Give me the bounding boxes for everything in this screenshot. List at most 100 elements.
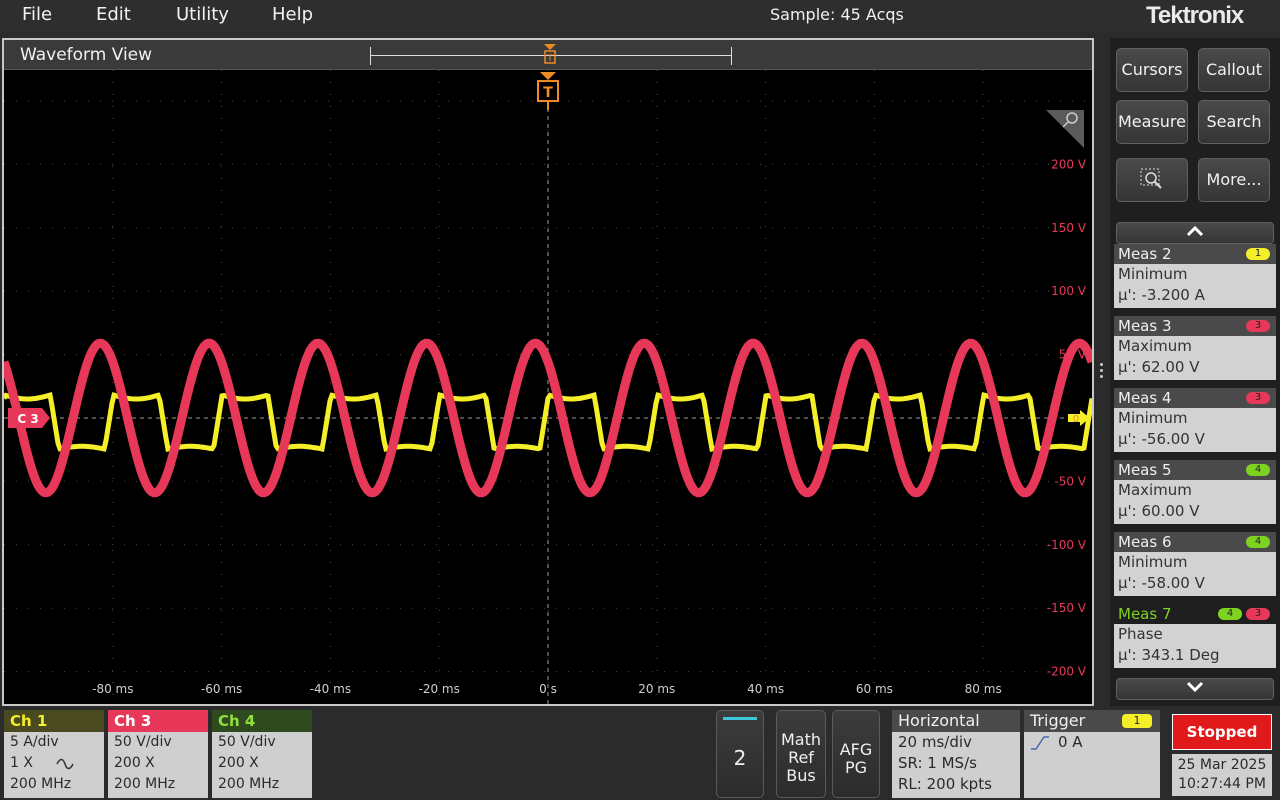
ch3-position-marker[interactable]: C 3 (8, 408, 50, 428)
waveform-view: Waveform View T T C 3 0 200 V 150 V 100 … (2, 38, 1094, 706)
ch1-label: Ch 1 (4, 710, 104, 732)
time: 10:27:44 PM (1178, 776, 1266, 792)
ch4-probe: 200 X (218, 755, 259, 771)
horizontal-badge[interactable]: Horizontal 20 ms/div SR: 1 MS/s RL: 200 … (892, 710, 1020, 798)
source-badge: 4 (1246, 464, 1270, 476)
measurement-5[interactable]: Meas 5 4 Maximum μ': 60.00 V (1114, 460, 1276, 524)
x-tick-label: 60 ms (856, 682, 893, 696)
y-tick-label: -50 V (1054, 474, 1086, 488)
trigger-position-icon[interactable]: T (540, 42, 560, 68)
measurement-title: Meas 6 (1118, 533, 1172, 551)
rising-edge-icon (1031, 736, 1049, 750)
measurement-type: Phase (1118, 625, 1163, 643)
add-channel-label: 2 (733, 746, 747, 770)
trigger-marker[interactable]: T (537, 72, 559, 110)
side-panel: Cursors Callout Measure Search More... M… (1110, 38, 1280, 706)
trigger-source-badge: 1 (1122, 714, 1152, 728)
scroll-up-button[interactable] (1116, 222, 1274, 244)
date-time: 25 Mar 2025 10:27:44 PM (1172, 754, 1272, 796)
menu-edit[interactable]: Edit (96, 4, 131, 25)
bus-label: Bus (786, 766, 816, 785)
callout-button[interactable]: Callout (1198, 48, 1270, 92)
zoom-icon[interactable] (1046, 110, 1084, 148)
horizontal-title: Horizontal (892, 710, 1020, 732)
sample-rate: SR: 1 MS/s (898, 754, 977, 772)
measurement-type: Minimum (1118, 265, 1188, 283)
x-tick-label: -20 ms (419, 682, 460, 696)
zoom-select-icon (1140, 168, 1162, 189)
brand-logo: Tektronix (1146, 2, 1244, 29)
measurement-header: Meas 7 34 (1114, 604, 1276, 624)
acquisition-status: Sample: 45 Acqs (770, 5, 904, 24)
ch4-badge[interactable]: Ch 4 50 V/div 200 X 200 MHz (212, 710, 312, 798)
scroll-down-button[interactable] (1116, 678, 1274, 700)
run-stop-status[interactable]: Stopped (1172, 714, 1272, 750)
measurement-type: Minimum (1118, 409, 1188, 427)
pg-label: PG (844, 758, 868, 777)
source-badge: 1 (1246, 248, 1270, 260)
panel-splitter-handle[interactable] (1098, 362, 1104, 382)
source-badge: 3 (1246, 320, 1270, 332)
measurement-type: Minimum (1118, 553, 1188, 571)
settings-bar: Ch 1 5 A/div 1 X 200 MHz Ch 3 50 V/div 2… (0, 706, 1280, 800)
afg-pg-button[interactable]: AFG PG (832, 710, 880, 798)
ch3-bandwidth: 200 MHz (114, 776, 176, 792)
ch3-probe: 200 X (114, 755, 155, 771)
measurement-header: Meas 5 4 (1114, 460, 1276, 480)
trigger-header: Trigger 1 (1024, 710, 1160, 732)
waveform-view-header: Waveform View T (4, 40, 1092, 70)
x-tick-label: 40 ms (747, 682, 784, 696)
y-tick-label: -150 V (1047, 601, 1087, 615)
measurement-title: Meas 7 (1118, 605, 1172, 623)
ch3-badge[interactable]: Ch 3 50 V/div 200 X 200 MHz (108, 710, 208, 798)
x-tick-label: -60 ms (201, 682, 242, 696)
afg-label: AFG (839, 740, 873, 759)
x-axis-labels: -80 ms -60 ms -40 ms -20 ms 0 s 20 ms 40 ms 60 … (92, 682, 1002, 696)
y-tick-label: -100 V (1047, 538, 1087, 552)
svg-text:0: 0 (1073, 414, 1079, 425)
x-tick-label: 80 ms (965, 682, 1002, 696)
measurement-6[interactable]: Meas 6 4 Minimum μ': -58.00 V (1114, 532, 1276, 596)
cursors-button[interactable]: Cursors (1116, 48, 1188, 92)
measurement-title: Meas 5 (1118, 461, 1172, 479)
more-button[interactable]: More... (1198, 158, 1270, 202)
search-button[interactable]: Search (1198, 100, 1270, 144)
math-label: Math (780, 730, 822, 749)
math-ref-bus-button[interactable]: Math Ref Bus (776, 710, 826, 798)
x-tick-label: 20 ms (638, 682, 675, 696)
source-badge: 3 (1246, 392, 1270, 404)
svg-text:C 3: C 3 (17, 412, 38, 426)
add-channel-button[interactable]: 2 (716, 710, 764, 798)
menu-file[interactable]: File (22, 4, 52, 25)
record-length: RL: 200 kpts (898, 775, 992, 793)
measurement-header: Meas 6 4 (1114, 532, 1276, 552)
chevron-up-icon (1186, 225, 1204, 237)
measurement-value: μ': 343.1 Deg (1118, 646, 1220, 664)
measurement-type: Maximum (1118, 481, 1192, 499)
measurement-title: Meas 4 (1118, 389, 1172, 407)
zoom-select-button[interactable] (1116, 158, 1188, 202)
measurement-7[interactable]: Meas 7 3 4 Phase μ': 343.1 Deg (1114, 604, 1276, 668)
waveform-plot[interactable]: T C 3 0 200 V 150 V 100 V 50 V -50 V -100 V -1… (4, 70, 1092, 704)
menu-help[interactable]: Help (272, 4, 313, 25)
x-tick-label: -80 ms (92, 682, 133, 696)
x-tick-label: -40 ms (310, 682, 351, 696)
measure-button[interactable]: Measure (1116, 100, 1188, 144)
ch3-label: Ch 3 (108, 710, 208, 732)
trigger-title: Trigger (1030, 711, 1086, 730)
measurement-3[interactable]: Meas 3 3 Maximum μ': 62.00 V (1114, 316, 1276, 380)
ch4-bandwidth: 200 MHz (218, 776, 280, 792)
source-badge: 4 (1246, 536, 1270, 548)
measurement-2[interactable]: Meas 2 1 Minimum μ': -3.200 A (1114, 244, 1276, 308)
trigger-badge[interactable]: Trigger 1 0 A (1024, 710, 1160, 798)
ch1-badge[interactable]: Ch 1 5 A/div 1 X 200 MHz (4, 710, 104, 798)
ch1-probe: 1 X (4, 753, 104, 774)
ch3-scale: 50 V/div (114, 734, 172, 750)
measurement-title: Meas 2 (1118, 245, 1172, 263)
ch1-scale: 5 A/div (10, 734, 59, 750)
ch1-bandwidth: 200 MHz (10, 776, 72, 792)
y-tick-label: 200 V (1051, 157, 1087, 171)
measurement-4[interactable]: Meas 4 3 Minimum μ': -56.00 V (1114, 388, 1276, 452)
measurement-header: Meas 3 3 (1114, 316, 1276, 336)
menu-utility[interactable]: Utility (176, 4, 229, 25)
